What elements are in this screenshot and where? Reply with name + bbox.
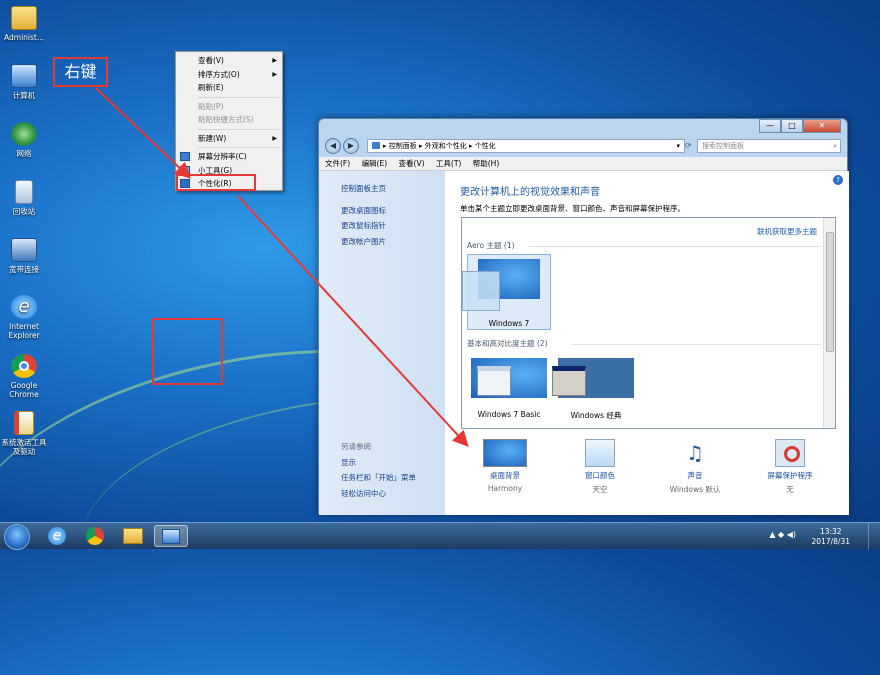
chrome-icon (86, 527, 104, 545)
arrow-to-desktop-background (237, 195, 469, 447)
folder-icon (123, 528, 143, 544)
control-panel-icon (162, 529, 180, 544)
system-tray[interactable]: ▲ ◆ ◀) (769, 530, 796, 539)
ie-icon: e (48, 527, 66, 545)
taskbar-chrome-button[interactable] (78, 525, 112, 547)
taskbar-control-panel-button[interactable] (154, 525, 188, 547)
clock[interactable]: 13:32 2017/8/31 (812, 527, 850, 547)
taskbar-ie-button[interactable]: e (40, 525, 74, 547)
show-desktop-button[interactable] (868, 523, 880, 550)
clock-time: 13:32 (819, 527, 842, 536)
arrow-to-personalize (95, 87, 191, 179)
clock-date: 2017/8/31 (811, 537, 850, 546)
taskbar: e ▲ ◆ ◀) 13:32 2017/8/31 (0, 522, 880, 550)
start-button[interactable] (4, 524, 30, 550)
annotation-arrows (95, 87, 469, 447)
taskbar-explorer-button[interactable] (116, 525, 150, 547)
